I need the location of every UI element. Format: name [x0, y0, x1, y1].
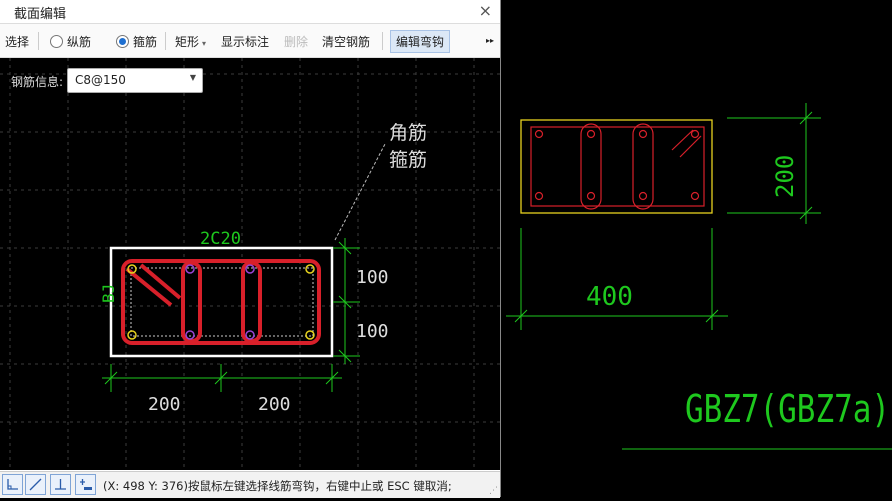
drawing-canvas[interactable]: 2C20 BJ 角筋 箍筋 100 100 200 200 钢筋信息: C8@1…	[0, 58, 500, 470]
shape-label: 矩形	[175, 35, 200, 49]
dim-right-bottom: 100	[356, 321, 389, 342]
close-icon[interactable]: ×	[479, 1, 492, 20]
preview-component-name[interactable]: GBZ7(GBZ7a)	[685, 387, 890, 431]
preview-tie-left[interactable]	[580, 123, 602, 210]
top-rebar-label[interactable]: 2C20	[200, 229, 241, 249]
show-annotation-button[interactable]: 显示标注	[221, 33, 269, 50]
tie-left[interactable]	[181, 261, 202, 343]
dim-bottom-left: 200	[148, 394, 181, 415]
toolbar-divider	[38, 32, 39, 50]
status-bar: (X: 498 Y: 376)按鼠标左键选择线筋弯钩，右键中止或 ESC 键取消…	[0, 471, 500, 498]
chevron-down-icon: ▾	[202, 39, 207, 48]
rebar-info-label: 钢筋信息:	[11, 75, 64, 89]
line-icon	[29, 478, 42, 491]
right-dimensions	[333, 238, 360, 364]
overflow-icon[interactable]: ▸▸	[486, 36, 494, 45]
window-title: 截面编辑	[14, 7, 67, 22]
rebar-info-select[interactable]: C8@150 ▼	[67, 68, 203, 93]
preview-tie-right[interactable]	[632, 123, 654, 210]
tie-right[interactable]	[241, 261, 262, 343]
dim-right-top: 100	[356, 267, 389, 288]
toolbar-divider	[165, 32, 166, 50]
preview-bars[interactable]	[534, 129, 700, 201]
title-bar: 截面编辑 ×	[0, 0, 500, 24]
bottom-dimensions	[102, 364, 342, 392]
ortho-icon	[7, 479, 18, 490]
edit-hook-button[interactable]: 编辑弯钩	[390, 30, 451, 53]
shape-dropdown[interactable]: 矩形 ▾	[175, 33, 206, 50]
radio-icon	[50, 35, 63, 48]
leader-text-stirrup: 箍筋	[389, 149, 427, 171]
section-outline[interactable]	[109, 246, 334, 358]
dim-bottom-right: 200	[258, 394, 291, 415]
longitudinal-label: 纵筋	[67, 35, 92, 49]
leader-text-corner: 角筋	[389, 122, 427, 144]
preview-dim-width: 400	[586, 282, 633, 312]
stirrup-label: 箍筋	[133, 35, 158, 49]
delete-button[interactable]: 删除	[284, 33, 308, 50]
preview-dim-height: 200	[771, 155, 799, 198]
preview-drawing: 200 400 GBZ7(GBZ7a)	[506, 103, 892, 450]
stirrup-radio[interactable]: 箍筋	[116, 33, 157, 50]
leader-line	[334, 143, 386, 241]
preview-outline[interactable]	[520, 119, 713, 214]
rebar-info-value: C8@150	[75, 73, 126, 87]
longitudinal-radio[interactable]: 纵筋	[50, 33, 91, 50]
resize-grip-icon[interactable]: ⋰	[489, 486, 498, 496]
grid-layer: 2C20 BJ 角筋 箍筋 100 100 200 200	[0, 58, 500, 470]
offset-snap-button[interactable]	[75, 474, 96, 495]
line-snap-button[interactable]	[25, 474, 46, 495]
side-label[interactable]: BJ	[99, 284, 118, 303]
cad-preview: 200 400 GBZ7(GBZ7a)	[501, 0, 892, 497]
clear-rebar-button[interactable]: 清空钢筋	[322, 33, 370, 50]
offset-icon	[80, 479, 92, 490]
perpendicular-icon	[55, 479, 66, 490]
preview-dim-horizontal	[506, 228, 728, 330]
section-editor-panel: 截面编辑 × 选择 纵筋 箍筋 矩形 ▾ 显示标注 删除 清空钢筋 编辑弯钩 ▸▸	[0, 0, 501, 498]
select-button[interactable]: 选择	[5, 33, 29, 50]
radio-selected-icon	[116, 35, 129, 48]
perpendicular-snap-button[interactable]	[50, 474, 71, 495]
status-text: (X: 498 Y: 376)按鼠标左键选择线筋弯钩，右键中止或 ESC 键取消…	[103, 479, 452, 493]
toolbar: 选择 纵筋 箍筋 矩形 ▾ 显示标注 删除 清空钢筋 编辑弯钩 ▸▸	[0, 24, 500, 58]
chevron-down-icon: ▼	[189, 73, 196, 82]
ortho-snap-button[interactable]	[2, 474, 23, 495]
preview-stirrup[interactable]	[530, 126, 705, 207]
toolbar-divider	[382, 32, 383, 50]
hook-2[interactable]	[139, 263, 182, 300]
